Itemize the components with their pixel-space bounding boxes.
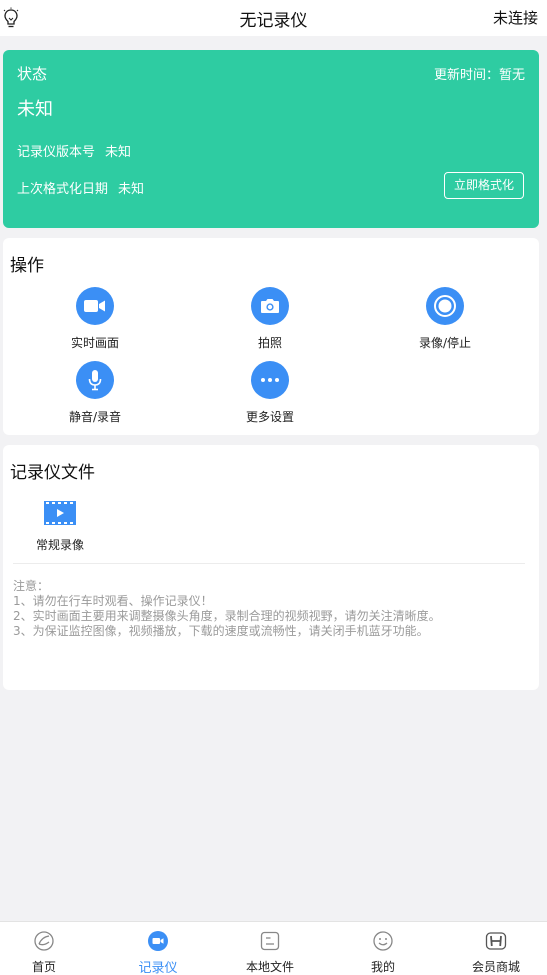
format-date-row: 上次格式化日期 未知 xyxy=(17,178,144,197)
notes: 注意： 1、请勿在行车时观看、操作记录仪！ 2、实时画面主要用来调整摄像头角度，… xyxy=(13,579,441,639)
divider xyxy=(13,563,525,564)
tab-local-files[interactable]: 本地文件 xyxy=(215,922,325,975)
connection-status[interactable]: 未连接 xyxy=(493,7,538,28)
tab-member-mall-label: 会员商城 xyxy=(471,960,520,974)
smile-icon xyxy=(373,931,393,951)
format-now-button[interactable]: 立即格式化 xyxy=(443,172,524,199)
tab-local-files-label: 本地文件 xyxy=(245,960,294,974)
note-line-3: 3、为保证监控图像，视频播放，下载的速度或流畅性，请关闭手机蓝牙功能。 xyxy=(13,624,429,638)
live-view-button[interactable]: 实时画面 xyxy=(30,287,160,351)
record-icon xyxy=(426,287,464,325)
home-icon xyxy=(34,931,54,951)
honda-logo-icon xyxy=(485,932,507,950)
files-title: 记录仪文件 xyxy=(10,463,95,483)
regular-recording-label: 常规录像 xyxy=(35,538,84,552)
mute-record-button[interactable]: 静音/录音 xyxy=(30,361,160,425)
note-line-1: 1、请勿在行车时观看、操作记录仪！ xyxy=(13,594,213,608)
version-label: 记录仪版本号 xyxy=(17,145,96,160)
version-row: 记录仪版本号 未知 xyxy=(17,141,131,160)
take-photo-label: 拍照 xyxy=(257,336,282,350)
page-title: 无记录仪 xyxy=(239,11,308,31)
version-value: 未知 xyxy=(105,145,132,160)
status-card: 状态 更新时间：暂无 未知 记录仪版本号 未知 上次格式化日期 未知 立即格式化 xyxy=(3,50,539,228)
microphone-icon xyxy=(76,361,114,399)
update-time: 更新时间：暂无 xyxy=(433,68,525,83)
take-photo-button[interactable]: 拍照 xyxy=(205,287,335,351)
regular-recording-item[interactable]: 常规录像 xyxy=(30,501,90,553)
operations-card: 操作 实时画面 拍照 录像/停止 静音/录音 更多设置 xyxy=(3,238,539,435)
tab-home[interactable]: 首页 xyxy=(0,922,99,975)
tab-mine-label: 我的 xyxy=(370,960,395,974)
format-date-value: 未知 xyxy=(118,182,145,197)
video-camera-icon xyxy=(76,287,114,325)
files-card: 记录仪文件 常规录像 注意： 1、请勿在行车时观看、操作记录仪！ 2、实时画面主… xyxy=(3,445,539,690)
tab-recorder[interactable]: 记录仪 xyxy=(103,922,213,975)
notes-heading: 注意： xyxy=(13,579,50,593)
top-bar: 无记录仪 未连接 xyxy=(0,0,547,36)
tab-member-mall[interactable]: 会员商城 xyxy=(441,922,547,975)
page: 无记录仪 未连接 状态 更新时间：暂无 未知 记录仪版本号 未知 上次格式化日期未… xyxy=(0,0,547,975)
local-file-icon xyxy=(260,931,280,951)
more-settings-button[interactable]: 更多设置 xyxy=(205,361,335,425)
tab-home-label: 首页 xyxy=(31,960,56,974)
recorder-icon xyxy=(148,931,168,951)
status-value: 未知 xyxy=(17,99,53,120)
record-stop-label: 录像/停止 xyxy=(418,336,472,350)
tab-recorder-label: 记录仪 xyxy=(138,961,178,975)
more-settings-label: 更多设置 xyxy=(245,410,294,424)
operations-title: 操作 xyxy=(10,256,44,276)
live-view-label: 实时画面 xyxy=(70,336,119,350)
more-icon xyxy=(251,361,289,399)
bottom-tab-bar: 首页 记录仪 本地文件 我的 会员商城 xyxy=(0,921,547,975)
tab-mine[interactable]: 我的 xyxy=(328,922,438,975)
status-label: 状态 xyxy=(17,65,48,83)
film-icon xyxy=(44,501,76,525)
format-date-label: 上次格式化日期 xyxy=(17,182,109,197)
camera-icon xyxy=(251,287,289,325)
note-line-2: 2、实时画面主要用来调整摄像头角度，录制合理的视频视野，请勿关注清晰度。 xyxy=(13,609,441,623)
record-stop-button[interactable]: 录像/停止 xyxy=(380,287,510,351)
mute-record-label: 静音/录音 xyxy=(68,410,122,424)
